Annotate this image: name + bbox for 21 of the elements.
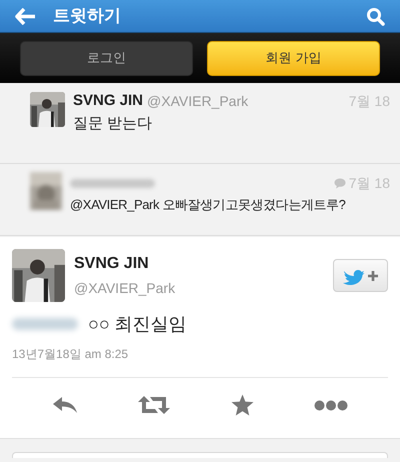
user-handle: @XAVIER_Park [74, 279, 176, 298]
reply-text: 질문 받는다 [73, 114, 152, 134]
search-icon[interactable] [366, 6, 385, 26]
user-name: SVNG JIN [74, 254, 150, 274]
reply-icon[interactable] [52, 396, 78, 414]
tweet-text: ○○ 최진실임 [88, 312, 187, 336]
user-name: SVNG JIN [73, 90, 144, 111]
signup-button[interactable]: 회원 가입 [207, 40, 380, 76]
follow-button[interactable] [333, 259, 388, 292]
more-icon[interactable] [314, 400, 348, 410]
login-button[interactable]: 로그인 [20, 40, 193, 76]
star-icon[interactable] [230, 394, 254, 416]
retweet-icon[interactable] [138, 395, 170, 415]
reply-field[interactable] [12, 452, 388, 458]
reply-text: @XAVIER_Park 오빠잘생기고못생겼다는게트루? [70, 196, 346, 214]
back-arrow-icon[interactable] [15, 8, 36, 24]
user-handle: @XAVIER_Park [147, 92, 248, 111]
screen-title: 트윗하기 [53, 5, 121, 28]
speech-bubble-icon [334, 178, 346, 188]
blurred-text [12, 318, 78, 330]
tweet-timestamp: 13년7월18일 am 8:25 [12, 346, 130, 363]
